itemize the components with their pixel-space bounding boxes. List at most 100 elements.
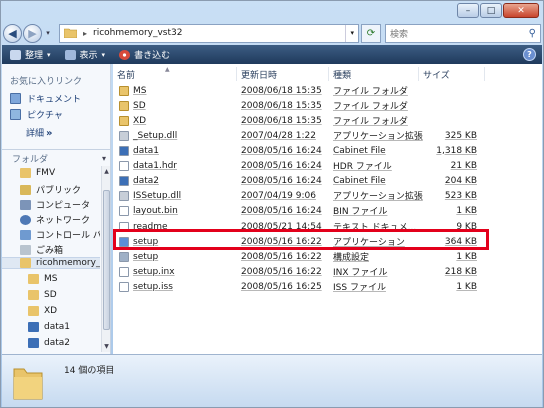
table-row[interactable]: SD 2008/06/18 15:35 ファイル フォルダ — [113, 99, 488, 112]
cell-name[interactable]: setup — [119, 250, 158, 263]
cabinet-icon — [28, 322, 39, 332]
fav-pictures[interactable]: ピクチャ — [10, 108, 63, 121]
breadcrumb-current[interactable]: ricohmemory_vst32 — [93, 28, 182, 38]
file-icon — [119, 160, 129, 171]
tree-scrollbar[interactable]: ▲ ▼ — [101, 166, 110, 352]
cell-date: 2008/05/16 16:22 — [241, 266, 322, 277]
item-count: 14 個の項目 — [64, 366, 115, 376]
cell-type: 構成設定 — [333, 253, 370, 263]
search-box[interactable]: 検索 ⚲ — [385, 23, 541, 43]
close-button[interactable]: ✕ — [503, 3, 539, 18]
pictures-icon — [10, 109, 21, 120]
folders-title: フォルダ — [12, 154, 49, 165]
cell-name[interactable]: MS — [119, 84, 146, 97]
table-row[interactable]: MS 2008/06/18 15:35 ファイル フォルダ — [113, 84, 488, 97]
cell-name[interactable]: ISSetup.dll — [119, 189, 181, 202]
user-folder-icon — [20, 168, 31, 178]
table-row[interactable]: setup.inx 2008/05/16 16:22 INX ファイル 218 KB — [113, 265, 488, 278]
refresh-button[interactable]: ⟳ — [361, 23, 381, 43]
cell-name[interactable]: setup.iss — [119, 280, 173, 293]
folder-icon — [20, 258, 31, 268]
table-row[interactable]: layout.bin 2008/05/16 16:24 BIN ファイル 1 KB — [113, 204, 488, 217]
column-header-name[interactable]: 名前 ▲ — [113, 66, 237, 81]
favorites-title: お気に入りリンク — [10, 77, 83, 87]
history-dropdown[interactable]: ▾ — [43, 29, 53, 37]
tree-item-control-panel[interactable]: コントロール パネ — [20, 228, 100, 241]
explorer-window: – □ ✕ ◀ ▶ ▾ ▸ ricohmemory_vst32 ▾ ⟳ 検索 ⚲… — [0, 0, 544, 408]
column-header-type[interactable]: 種類 — [329, 67, 419, 81]
back-arrow-icon: ◀ — [8, 26, 17, 40]
tree-item-recycle-bin[interactable]: ごみ箱 — [20, 243, 63, 256]
cell-type: ファイル フォルダ — [333, 102, 408, 112]
search-input[interactable]: 検索 — [390, 27, 529, 40]
scroll-down-icon[interactable]: ▼ — [102, 343, 111, 350]
address-dropdown[interactable]: ▾ — [345, 24, 358, 42]
cell-size: 325 KB — [444, 130, 477, 141]
scroll-up-icon[interactable]: ▲ — [102, 168, 111, 175]
view-menu[interactable]: 表示 ▾ — [64, 48, 105, 61]
cell-name[interactable]: data1.hdr — [119, 159, 177, 172]
tree-item-ricohmemory[interactable]: ricohmemory_vs — [2, 257, 100, 269]
magnifier-icon[interactable]: ⚲ — [529, 28, 536, 39]
cell-size: 1,318 KB — [436, 145, 477, 156]
burn-label: 書き込む — [134, 51, 171, 61]
tree-item-ms[interactable]: MS — [28, 274, 57, 284]
tree-item-fmv[interactable]: FMV — [20, 168, 55, 178]
breadcrumb-separator-icon[interactable]: ▸ — [83, 29, 87, 38]
table-row[interactable]: ISSetup.dll 2007/04/19 9:06 アプリケーション拡張 523 … — [113, 189, 488, 202]
tree-item-label: data2 — [44, 338, 70, 348]
address-bar[interactable]: ▸ ricohmemory_vst32 ▾ — [59, 23, 359, 43]
column-header-size[interactable]: サイズ — [419, 67, 485, 81]
cell-name[interactable]: data1 — [119, 144, 159, 157]
cell-type: Cabinet File — [333, 145, 386, 156]
cab-icon — [119, 145, 129, 156]
cell-name[interactable]: _Setup.dll — [119, 129, 177, 142]
cab-icon — [119, 175, 129, 186]
help-button[interactable]: ? — [523, 48, 536, 61]
maximize-button[interactable]: □ — [480, 3, 502, 18]
chevron-down-icon: ▾ — [101, 153, 106, 163]
tree-item-data1[interactable]: data1 — [28, 322, 70, 332]
cell-name[interactable]: setup.inx — [119, 265, 175, 278]
table-row[interactable]: setup.iss 2008/05/16 16:25 ISS ファイル 1 KB — [113, 280, 488, 293]
tree-item-network[interactable]: ネットワーク — [20, 213, 90, 226]
tree-item-computer[interactable]: コンピュータ — [20, 198, 90, 211]
cell-date: 2008/05/16 16:24 — [241, 160, 322, 171]
back-button[interactable]: ◀ — [3, 23, 22, 43]
tree-item-data2[interactable]: data2 — [28, 338, 70, 348]
cell-size: 1 KB — [456, 251, 477, 262]
folders-header[interactable]: フォルダ ▾ — [2, 149, 110, 166]
cell-name[interactable]: XD — [119, 114, 146, 127]
forward-button[interactable]: ▶ — [23, 23, 42, 43]
header-date-label: 更新日時 — [241, 70, 278, 81]
table-row[interactable]: XD 2008/06/18 15:35 ファイル フォルダ — [113, 114, 488, 127]
cell-name[interactable]: SD — [119, 99, 146, 112]
navigation-pane: お気に入りリンク ドキュメント ピクチャ 詳細» フォルダ ▾ FMV パブリッ… — [2, 64, 111, 354]
cell-size: 204 KB — [444, 175, 477, 186]
tree-item-public[interactable]: パブリック — [20, 183, 81, 196]
file-name: setup.inx — [133, 266, 175, 277]
table-row[interactable]: _Setup.dll 2007/04/28 1:22 アプリケーション拡張 325 K… — [113, 129, 488, 142]
cell-name[interactable]: layout.bin — [119, 204, 178, 217]
table-row[interactable]: setup 2008/05/16 16:22 構成設定 1 KB — [113, 250, 488, 263]
file-icon — [119, 266, 129, 277]
tree-item-label: FMV — [36, 168, 56, 178]
cell-name[interactable]: data2 — [119, 174, 159, 187]
cell-date: 2007/04/19 9:06 — [241, 190, 316, 201]
burn-button[interactable]: 書き込む — [119, 48, 170, 61]
scroll-thumb[interactable] — [103, 190, 110, 330]
minimize-button[interactable]: – — [457, 3, 479, 18]
cell-date: 2008/05/16 16:24 — [241, 205, 322, 216]
folder-icon — [119, 100, 129, 111]
control-panel-icon — [20, 229, 31, 240]
organize-menu[interactable]: 整理 ▾ — [10, 48, 51, 61]
table-row[interactable]: data1.hdr 2008/05/16 16:24 HDR ファイル 21 KB — [113, 159, 488, 172]
fav-documents[interactable]: ドキュメント — [10, 92, 81, 105]
table-row[interactable]: data1 2008/05/16 16:24 Cabinet File 1,318 K… — [113, 144, 488, 157]
tree-item-sd[interactable]: SD — [28, 290, 57, 300]
table-row[interactable]: data2 2008/05/16 16:24 Cabinet File 204 KB — [113, 174, 488, 187]
more-link[interactable]: 詳細» — [26, 126, 52, 139]
column-header-date[interactable]: 更新日時 — [237, 67, 329, 81]
dll-icon — [119, 130, 129, 141]
tree-item-xd[interactable]: XD — [28, 306, 57, 316]
